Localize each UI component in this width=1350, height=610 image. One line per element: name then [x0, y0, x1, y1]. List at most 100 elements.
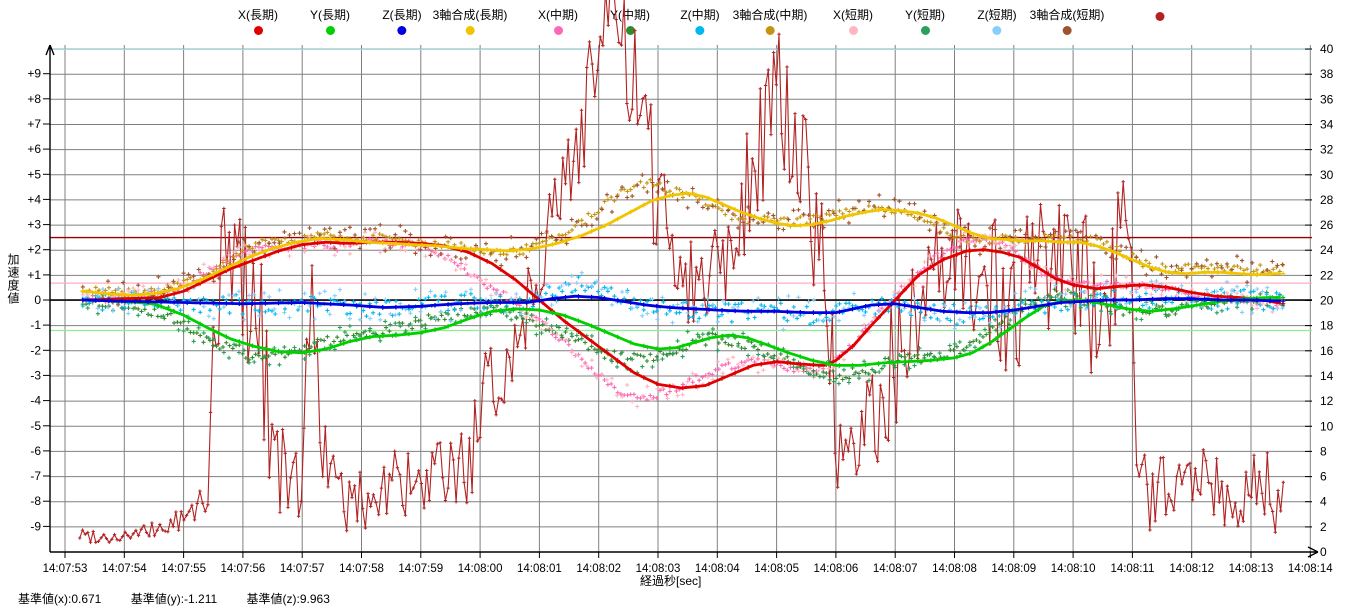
legend-item-4: X(中期) — [538, 8, 578, 40]
legend-item-10: Z(短期) — [977, 8, 1016, 40]
y-left-tick-label: -9 — [30, 519, 41, 533]
y-right-tick-label: 32 — [1320, 143, 1334, 157]
series-line-markers-3 — [81, 192, 1286, 298]
series-line-markers-0 — [81, 240, 1286, 390]
x-tick-label: 14:07:56 — [221, 563, 266, 575]
legend-swatch-icon — [849, 26, 858, 35]
legend-label: 3軸合成(中期) — [733, 8, 808, 22]
series-markers-5 — [81, 287, 1285, 382]
baseline-y-value: 基準値(y):-1.211 — [131, 592, 217, 606]
y-left-tick-label: -2 — [30, 343, 41, 357]
baseline-z-value: 基準値(z):9.963 — [247, 592, 330, 606]
y-left-tick-label: +8 — [27, 92, 41, 106]
series-layer — [78, 0, 1285, 544]
y-right-tick-label: 12 — [1320, 394, 1334, 408]
legend-label: Y(中期) — [610, 8, 650, 22]
legend-swatch-icon — [992, 26, 1001, 35]
legend-swatch-icon — [1062, 26, 1071, 35]
x-axis-line — [50, 547, 1318, 557]
baseline-x-value: 基準値(x):0.671 — [18, 592, 101, 606]
y-right-tick-label: 20 — [1320, 294, 1334, 308]
legend-item-8: X(短期) — [833, 8, 873, 40]
x-tick-label: 14:08:09 — [991, 563, 1036, 575]
x-tick-label: 14:08:11 — [1110, 563, 1154, 575]
legend: X(長期) Y(長期) Z(長期) 3軸合成(長期) X(中期) Y(中期) Z(中期) 3軸… — [0, 0, 1350, 42]
y-left-tick-label: -7 — [30, 469, 41, 483]
y-right-tick-label: 26 — [1320, 218, 1334, 232]
x-tick-label: 14:08:14 — [1288, 563, 1333, 575]
legend-item-9: Y(短期) — [905, 8, 945, 40]
y-right-tick-label: 30 — [1320, 168, 1334, 182]
series-markers-8 — [81, 230, 1285, 409]
x-tick-label: 14:08:01 — [517, 563, 562, 575]
series-markers-9 — [81, 288, 1285, 386]
x-tick-label: 14:08:02 — [576, 563, 621, 575]
legend-swatch-icon — [1156, 12, 1165, 21]
x-axis-title: 経過秒[sec] — [640, 572, 701, 589]
baseline-info: 基準値(x):0.671 基準値(y):-1.211 基準値(z):9.963 — [18, 590, 356, 607]
series-line-2 — [83, 296, 1281, 312]
legend-label: X(長期) — [238, 8, 278, 22]
legend-item-6: Z(中期) — [680, 8, 719, 40]
axes: +9+8+7+6+5+4+3+2+10-1-2-3-4-5-6-7-8-9403… — [27, 42, 1333, 575]
legend-label: Y(短期) — [905, 8, 945, 22]
y-right-tick-label: 24 — [1320, 243, 1334, 257]
x-tick-label: 14:08:06 — [814, 563, 859, 575]
x-tick-label: 14:08:04 — [695, 563, 740, 575]
legend-item-1: Y(長期) — [310, 8, 350, 40]
y-right-tick-label: 28 — [1320, 193, 1334, 207]
legend-item-0: X(長期) — [238, 8, 278, 40]
legend-item-3: 3軸合成(長期) — [433, 8, 508, 40]
legend-label: X(短期) — [833, 8, 873, 22]
y-axis-title: 加速度値 — [5, 253, 22, 305]
legend-item-7: 3軸合成(中期) — [733, 8, 808, 40]
x-tick-label: 14:08:05 — [754, 563, 799, 575]
x-tick-label: 14:08:10 — [1051, 563, 1096, 575]
series-line-markers-2 — [81, 294, 1286, 315]
x-tick-label: 14:08:08 — [932, 563, 977, 575]
y-left-tick-label: +7 — [27, 117, 41, 131]
legend-label: X(中期) — [538, 8, 578, 22]
x-tick-label: 14:08:07 — [873, 563, 918, 575]
series-markers-4 — [81, 234, 1285, 402]
x-tick-label: 14:07:58 — [339, 563, 384, 575]
legend-swatch-icon — [921, 26, 930, 35]
y-left-tick-label: +2 — [27, 243, 41, 257]
y-right-tick-label: 8 — [1320, 444, 1327, 458]
y-axis-line — [46, 45, 54, 552]
y-left-tick-label: +6 — [27, 142, 41, 156]
legend-swatch-icon — [695, 26, 704, 35]
x-tick-label: 14:07:59 — [398, 563, 443, 575]
y-left-tick-label: -6 — [30, 444, 41, 458]
legend-swatch-icon — [397, 26, 406, 35]
x-tick-label: 14:08:12 — [1169, 563, 1214, 575]
y-left-tick-label: -3 — [30, 368, 41, 382]
legend-item-12 — [1156, 8, 1165, 26]
y-left-tick-label: +1 — [27, 268, 41, 282]
y-left-tick-label: +5 — [27, 167, 41, 181]
legend-label: Z(長期) — [382, 8, 421, 22]
y-right-tick-label: 14 — [1320, 369, 1334, 383]
y-right-tick-label: 36 — [1320, 92, 1334, 106]
x-tick-label: 14:07:54 — [102, 563, 147, 575]
x-tick-label: 14:08:00 — [458, 563, 503, 575]
x-tick-label: 14:07:57 — [280, 563, 325, 575]
y-right-tick-label: 16 — [1320, 344, 1334, 358]
y-right-tick-label: 38 — [1320, 67, 1334, 81]
y-left-tick-label: -4 — [30, 394, 41, 408]
x-tick-label: 14:07:53 — [43, 563, 88, 575]
x-tick-label: 14:08:13 — [1229, 563, 1274, 575]
series-markers-7 — [81, 178, 1285, 300]
baseline-lines — [50, 49, 1312, 330]
series-markers-10 — [81, 271, 1285, 332]
legend-label: 3軸合成(長期) — [433, 8, 508, 22]
y-right-tick-label: 4 — [1320, 495, 1327, 509]
y-right-tick-label: 6 — [1320, 470, 1327, 484]
y-left-tick-label: -5 — [30, 419, 41, 433]
y-right-tick-label: 18 — [1320, 319, 1334, 333]
chart-plot: +9+8+7+6+5+4+3+2+10-1-2-3-4-5-6-7-8-9403… — [0, 0, 1350, 610]
legend-label: 3軸合成(短期) — [1030, 8, 1105, 22]
legend-label: Z(中期) — [680, 8, 719, 22]
y-left-tick-label: -8 — [30, 494, 41, 508]
legend-swatch-icon — [554, 26, 563, 35]
